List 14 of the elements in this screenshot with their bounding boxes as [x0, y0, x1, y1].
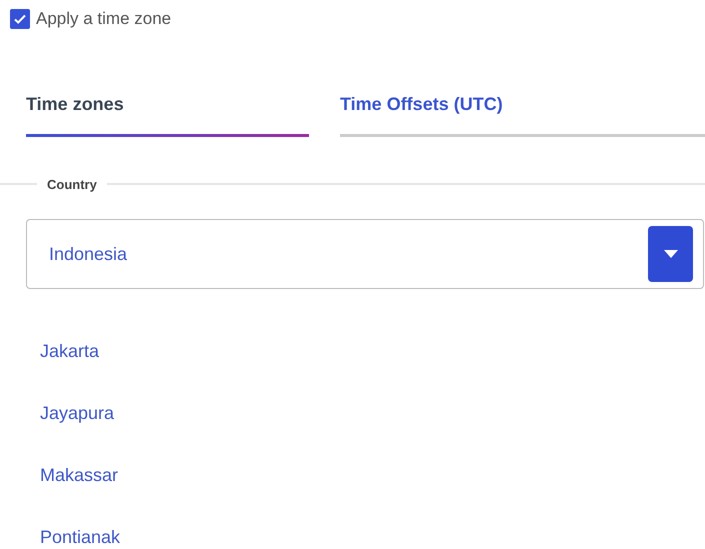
caret-down-icon: [664, 250, 678, 258]
select-value: Indonesia: [49, 244, 128, 265]
dropdown-button[interactable]: [648, 226, 693, 282]
time-zone-option[interactable]: Pontianak: [40, 526, 120, 549]
time-zone-option[interactable]: Jayapura: [40, 402, 114, 425]
field-legend: Country: [47, 176, 97, 192]
time-zone-option[interactable]: Jakarta: [40, 340, 100, 363]
checkbox-label: Apply a time zone: [36, 9, 172, 29]
checkbox[interactable]: [10, 9, 30, 29]
tab[interactable]: Time zones: [26, 90, 309, 137]
checkmark-icon: [13, 12, 27, 26]
tab[interactable]: Time Offsets (UTC): [340, 90, 705, 137]
country-select[interactable]: Indonesia: [26, 219, 704, 289]
time-zone-option[interactable]: Makassar: [40, 464, 118, 487]
